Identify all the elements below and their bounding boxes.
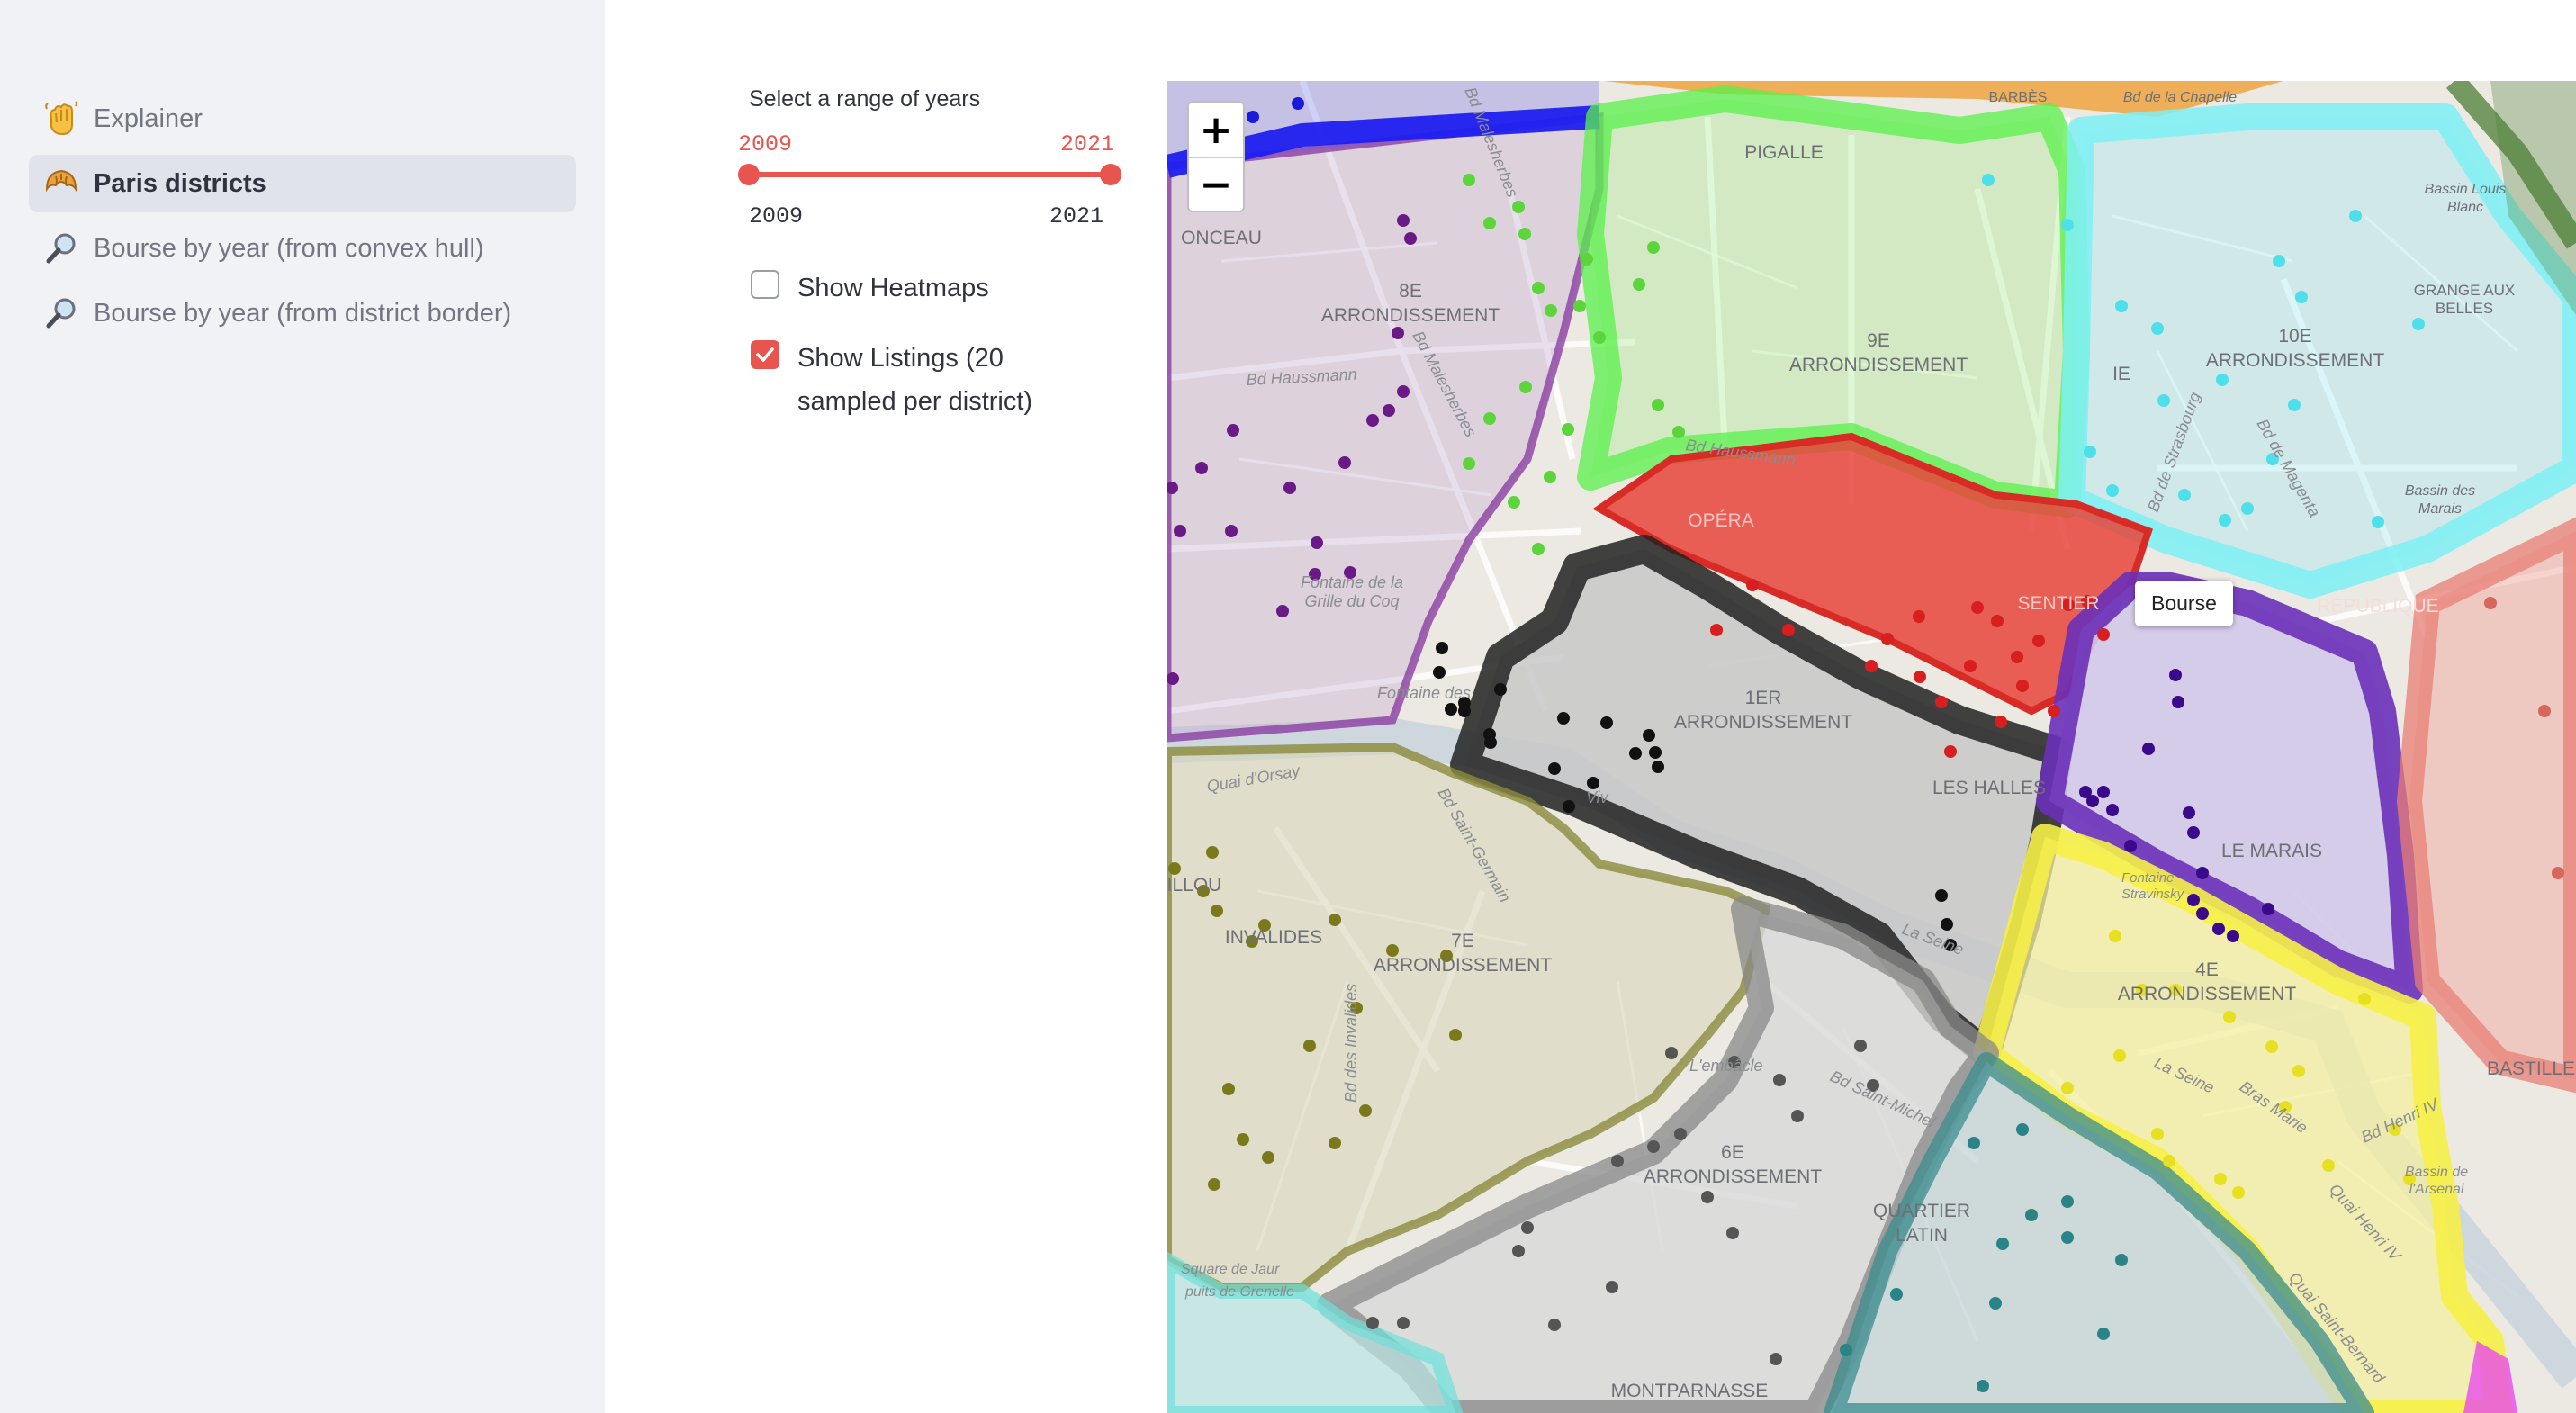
croissant-icon — [41, 164, 81, 203]
show-heatmaps-checkbox[interactable]: Show Heatmaps — [751, 266, 1085, 310]
map-label-grange-2: BELLES — [2436, 300, 2493, 317]
map-label-fontaine-des: Fontaine des — [1377, 684, 1471, 702]
waving-hand-icon — [41, 99, 81, 139]
slider-min-label: 2009 — [749, 203, 804, 230]
map-label-sentier: SENTIER — [2017, 593, 2099, 614]
sidebar-nav: Explainer Paris districts Bourse by year… — [29, 90, 576, 349]
slider-max-label: 2021 — [1049, 203, 1104, 230]
year-range-track[interactable] — [749, 172, 1111, 177]
map-label-bassin-marais-1: Bassin des — [2405, 483, 2475, 499]
map-label-fontaine-stravinsky-1: Fontaine — [2121, 870, 2174, 886]
map-label-10e-b: ARRONDISSEMENT — [2206, 350, 2385, 371]
map-label-pigalle: PIGALLE — [1744, 142, 1824, 163]
map-label-fontaine-coq-1: Fontaine de la — [1301, 573, 1403, 591]
map-label-latin: LATIN — [1896, 1225, 1948, 1246]
nav-item-paris-districts[interactable]: Paris districts — [29, 155, 576, 212]
year-range-caption: Select a range of years — [749, 86, 981, 112]
controls-panel: Select a range of years 2009 2021 2009 2… — [720, 0, 1134, 540]
show-listings-checkbox[interactable]: Show Listings (20 sampled per district) — [751, 337, 1085, 423]
checkbox-checked-icon[interactable] — [751, 340, 779, 369]
checkbox-unchecked-icon[interactable] — [751, 270, 779, 299]
map-label-viv: Viv — [1586, 788, 1609, 806]
map-label-10e: 10E — [2278, 326, 2311, 346]
map-canvas[interactable]: ONCEAU PIGALLE BARBÈS Bd de la Chapelle … — [1167, 81, 2576, 1413]
map-label-9e-b: ARRONDISSEMENT — [1789, 355, 1968, 375]
map-label-barbes-street: Bd de la Chapelle — [2123, 90, 2237, 105]
map-label-jaures: Square de Jaur — [1181, 1262, 1280, 1277]
zoom-control: + − — [1187, 101, 1245, 212]
paris-map[interactable]: ONCEAU PIGALLE BARBÈS Bd de la Chapelle … — [1167, 81, 2576, 1413]
map-label-barbes: BARBÈS — [1989, 88, 2048, 105]
map-label-6e: 6E — [1721, 1142, 1744, 1163]
map-label-illou: ILLOU — [1167, 875, 1221, 896]
nav-label-explainer: Explainer — [94, 104, 203, 133]
show-heatmaps-label: Show Heatmaps — [797, 274, 989, 302]
map-label-bastille: BASTILLE — [2487, 1058, 2575, 1079]
nav-label-bourse-district-border: Bourse by year (from district border) — [94, 298, 512, 328]
district-tooltip: Bourse — [2135, 580, 2233, 626]
map-label-quartier: QUARTIER — [1873, 1201, 1970, 1221]
map-label-ponceau: ONCEAU — [1181, 228, 1262, 248]
map-label-fontaine-coq-2: Grille du Coq — [1304, 592, 1399, 610]
map-label-8e-b: ARRONDISSEMENT — [1321, 305, 1500, 326]
map-label-fontaine-stravinsky-2: Stravinsky — [2121, 886, 2185, 902]
nav-label-bourse-convex-hull: Bourse by year (from convex hull) — [94, 233, 484, 263]
nav-item-explainer[interactable]: Explainer — [29, 90, 576, 148]
slider-low-thumb[interactable] — [738, 164, 760, 185]
show-listings-label: Show Listings (20 sampled per district) — [797, 344, 1033, 416]
map-label-invalides: INVALIDES — [1225, 927, 1322, 948]
zoom-in-button[interactable]: + — [1189, 103, 1243, 157]
magnifier-icon — [41, 229, 81, 268]
map-label-9e: 9E — [1867, 330, 1890, 351]
map-label-halles: LES HALLES — [1932, 778, 2046, 798]
nav-item-bourse-convex-hull[interactable]: Bourse by year (from convex hull) — [29, 220, 576, 277]
map-label-1er: 1ER — [1745, 688, 1782, 708]
slider-low-value: 2009 — [738, 131, 793, 158]
nav-label-paris-districts: Paris districts — [94, 168, 266, 198]
map-label-puits-grenelle: puits de Grenelle — [1184, 1284, 1294, 1300]
map-label-grange-1: GRANGE AUX — [2414, 282, 2515, 299]
street-label-bd-invalides: Bd des Invalides — [1342, 984, 1360, 1102]
map-label-montparnasse: MONTPARNASSE — [1611, 1381, 1769, 1401]
map-label-6e-b: ARRONDISSEMENT — [1644, 1166, 1823, 1187]
zoom-out-button[interactable]: − — [1189, 157, 1243, 211]
slider-high-value: 2021 — [1060, 131, 1115, 158]
magnifier-icon — [41, 293, 81, 333]
map-label-republique: RÉPUBLIQUE — [2317, 596, 2438, 616]
map-label-4e-b: ARRONDISSEMENT — [2118, 984, 2297, 1004]
map-label-ie: IE — [2112, 364, 2130, 384]
map-label-marais: LE MARAIS — [2221, 841, 2322, 861]
nav-item-bourse-district-border[interactable]: Bourse by year (from district border) — [29, 284, 576, 342]
map-label-lembacle: L'embâcle — [1689, 1057, 1762, 1075]
map-label-bassin-arsenal-1: Bassin de — [2405, 1165, 2468, 1180]
map-label-opera: OPÉRA — [1688, 510, 1754, 531]
map-label-1er-b: ARRONDISSEMENT — [1674, 712, 1853, 733]
map-label-7e-b: ARRONDISSEMENT — [1374, 955, 1553, 976]
map-label-bassin-louis-1: Bassin Louis — [2425, 182, 2507, 197]
map-label-4e: 4E — [2195, 959, 2219, 980]
slider-high-thumb[interactable] — [1100, 164, 1121, 185]
map-label-7e: 7E — [1451, 931, 1474, 951]
map-label-bassin-louis-2: Blanc — [2447, 200, 2483, 215]
sidebar: Explainer Paris districts Bourse by year… — [0, 0, 605, 1413]
map-label-8e: 8E — [1399, 281, 1422, 302]
map-label-bassin-marais-2: Marais — [2418, 501, 2462, 517]
map-label-bassin-arsenal-2: l'Arsenal — [2409, 1182, 2464, 1197]
